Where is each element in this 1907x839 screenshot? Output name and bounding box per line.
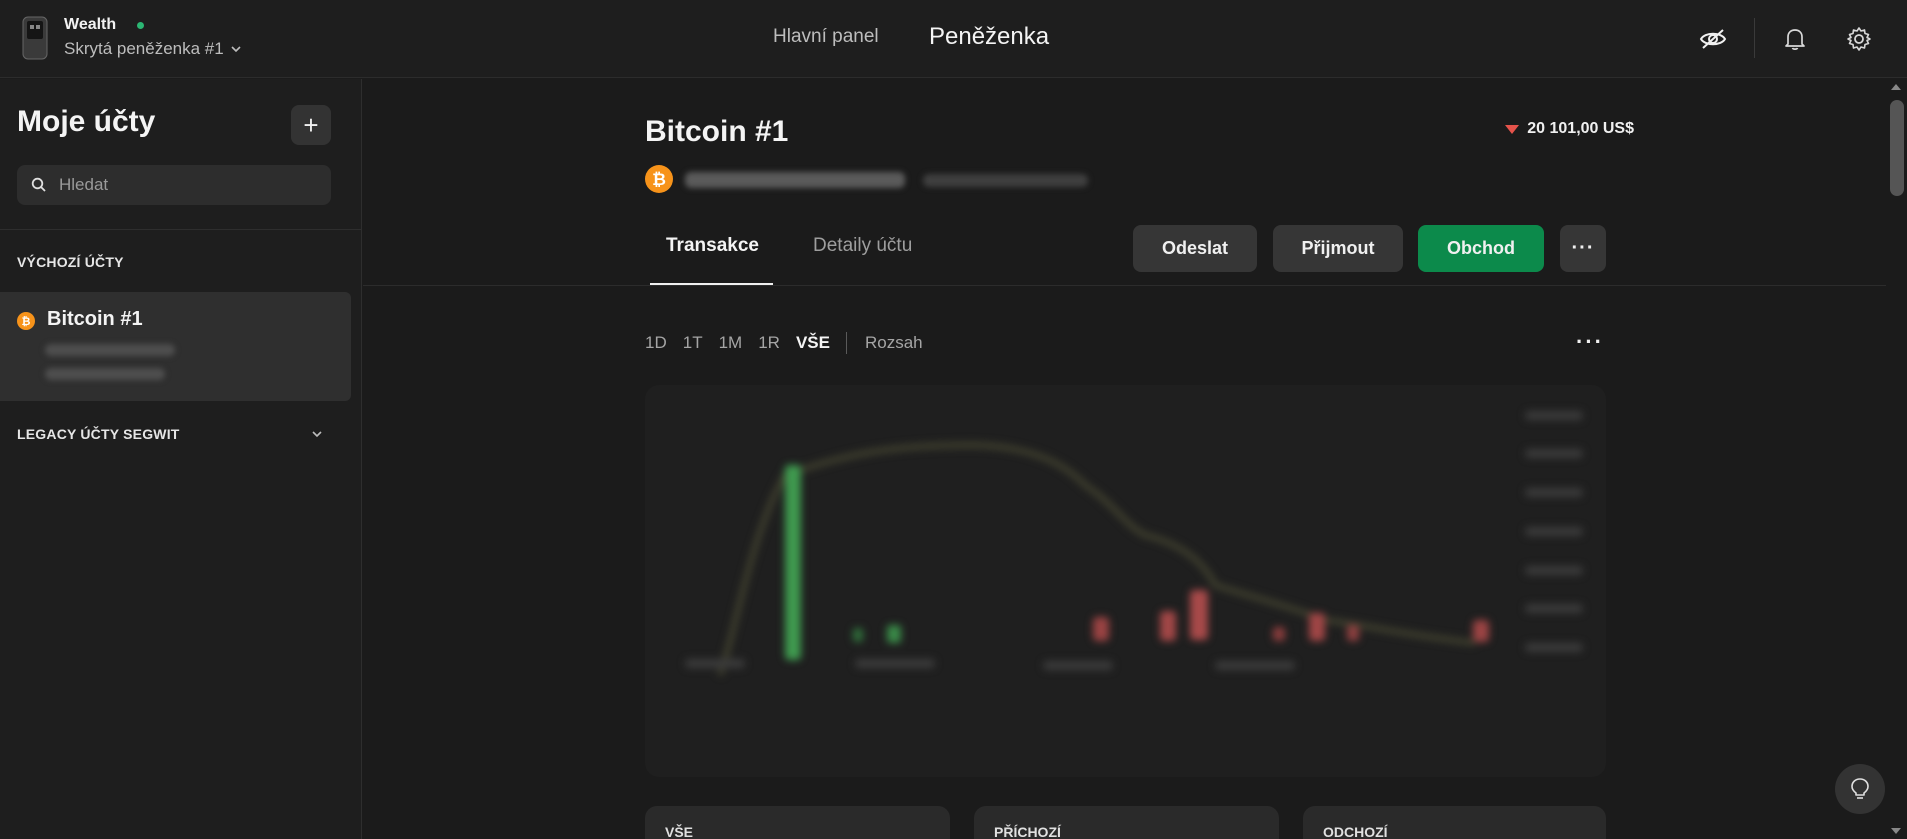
tab-transactions[interactable]: Transakce: [666, 235, 759, 257]
stat-label-all: VŠE: [665, 824, 694, 839]
price-down-icon: [1505, 124, 1520, 134]
stat-card-all: VŠE: [645, 806, 950, 839]
sidebar-divider: [0, 229, 361, 230]
group-default-accounts: VÝCHOZÍ ÚČTY: [17, 254, 124, 270]
sidebar-item-bitcoin-1[interactable]: ₿ Bitcoin #1: [0, 292, 351, 401]
receive-button[interactable]: Přijmout: [1273, 225, 1403, 272]
blurred-chart-graphic: [685, 411, 1583, 677]
range-selector: 1D 1T 1M 1R VŠE Rozsah: [645, 332, 939, 354]
more-actions-button[interactable]: ···: [1560, 225, 1606, 272]
stat-card-outgoing: ODCHOZÍ: [1303, 806, 1606, 839]
chevron-down-icon: [231, 46, 241, 53]
search-icon: [31, 177, 46, 192]
range-1w[interactable]: 1T: [683, 333, 703, 353]
nav-wallet[interactable]: Peněženka: [929, 23, 1049, 51]
trade-button[interactable]: Obchod: [1418, 225, 1544, 272]
stat-card-incoming: PŘÍCHOZÍ: [974, 806, 1279, 839]
sidebar-item-label: Bitcoin #1: [47, 308, 143, 330]
top-bar: Wealth Skrytá peněženka #1 Hlavní panel …: [0, 0, 1907, 78]
notifications-button[interactable]: [1780, 24, 1810, 54]
gear-icon: [1847, 27, 1871, 51]
connection-status-dot: [137, 22, 144, 29]
stat-label-incoming: PŘÍCHOZÍ: [994, 824, 1061, 839]
settings-button[interactable]: [1844, 24, 1874, 54]
tips-button[interactable]: [1835, 764, 1885, 814]
add-account-button[interactable]: +: [291, 105, 331, 145]
range-1d[interactable]: 1D: [645, 333, 667, 353]
hidden-fiat-balance: [45, 368, 165, 380]
search-input[interactable]: [59, 175, 309, 195]
wallet-name[interactable]: Wealth: [64, 16, 116, 34]
hidden-usd-balance: [923, 174, 1088, 187]
scrollbar-thumb[interactable]: [1890, 100, 1904, 196]
nav-dashboard[interactable]: Hlavní panel: [773, 26, 879, 48]
group-legacy-segwit[interactable]: LEGACY ÚČTY SEGWIT: [17, 426, 180, 442]
scroll-down-arrow[interactable]: [1891, 828, 1901, 834]
tab-account-details[interactable]: Detaily účtu: [813, 235, 912, 257]
scroll-up-arrow[interactable]: [1891, 84, 1901, 90]
account-detail: Bitcoin #1 20 101,00 US$ ₿ Transakce Det…: [363, 79, 1886, 839]
send-button[interactable]: Odeslat: [1133, 225, 1257, 272]
account-title: Bitcoin #1: [645, 115, 789, 148]
account-search[interactable]: [17, 165, 331, 205]
svg-text:₿: ₿: [22, 315, 31, 328]
stat-label-outgoing: ODCHOZÍ: [1323, 824, 1388, 839]
wallet-selector[interactable]: Skrytá peněženka #1: [64, 39, 242, 59]
fiat-balance: 20 101,00 US$: [1505, 120, 1634, 138]
fiat-balance-value: 20 101,00 US$: [1527, 120, 1634, 137]
wallet-subtitle: Skrytá peněženka #1: [64, 39, 224, 58]
hidden-crypto-balance: [45, 344, 175, 356]
accounts-sidebar: Moje účty + VÝCHOZÍ ÚČTY ₿ Bitcoin #1 LE…: [0, 79, 362, 839]
range-all[interactable]: VŠE: [796, 333, 830, 353]
app-window: Wealth Skrytá peněženka #1 Hlavní panel …: [0, 0, 1907, 839]
chevron-down-icon[interactable]: [310, 427, 324, 441]
svg-text:₿: ₿: [652, 170, 666, 190]
hidden-btc-balance: [685, 172, 905, 188]
hardware-wallet-icon[interactable]: [22, 16, 48, 60]
sidebar-title: Moje účty: [17, 105, 156, 138]
range-1m[interactable]: 1M: [719, 333, 743, 353]
chart-options-button[interactable]: ···: [1576, 329, 1604, 355]
top-bar-divider: [1754, 18, 1755, 58]
bell-icon: [1785, 29, 1805, 50]
range-custom[interactable]: Rozsah: [865, 333, 923, 353]
range-divider: [845, 332, 847, 354]
eye-off-icon: [1699, 29, 1727, 49]
tabs-divider: [363, 285, 1886, 286]
bitcoin-icon: ₿: [17, 312, 35, 330]
hide-balances-button[interactable]: [1698, 24, 1728, 54]
lightbulb-icon: [1851, 778, 1869, 799]
balance-chart: [645, 385, 1606, 777]
bitcoin-icon: ₿: [645, 165, 673, 193]
range-1y[interactable]: 1R: [758, 333, 780, 353]
